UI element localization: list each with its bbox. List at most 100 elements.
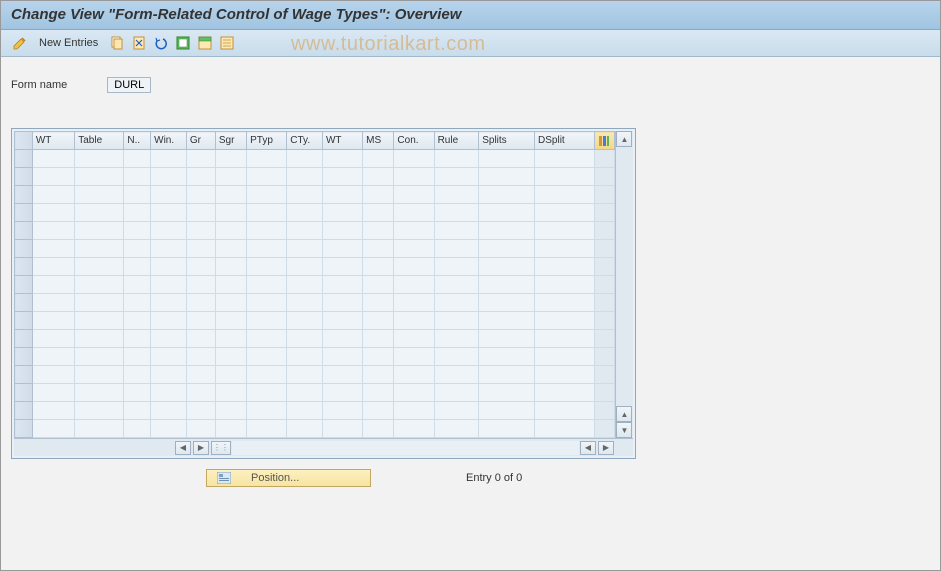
row-selector[interactable] [15,150,33,168]
table-cell[interactable] [124,276,151,294]
table-cell[interactable] [434,150,479,168]
position-button[interactable]: Position... [206,469,371,487]
col-header[interactable]: Sgr [215,132,246,150]
table-cell[interactable] [32,330,74,348]
table-cell[interactable] [75,312,124,330]
table-cell[interactable] [124,222,151,240]
table-cell[interactable] [124,240,151,258]
table-cell[interactable] [322,186,362,204]
undo-icon[interactable] [152,34,170,52]
table-cell[interactable] [434,186,479,204]
table-cell[interactable] [151,168,187,186]
col-header[interactable]: DSplit [535,132,595,150]
table-cell[interactable] [479,168,535,186]
table-cell[interactable] [124,402,151,420]
deselect-all-icon[interactable] [218,34,236,52]
scroll-left-end-button[interactable]: ◀ [580,441,596,455]
table-cell[interactable] [215,384,246,402]
toggle-display-change-icon[interactable] [11,34,29,52]
col-header[interactable]: Win. [151,132,187,150]
table-cell[interactable] [151,276,187,294]
table-cell[interactable] [75,240,124,258]
table-cell[interactable] [363,186,394,204]
table-cell[interactable] [287,420,323,438]
col-header[interactable]: WT [322,132,362,150]
table-cell[interactable] [124,420,151,438]
table-cell[interactable] [322,240,362,258]
table-cell[interactable] [186,294,215,312]
table-cell[interactable] [32,384,74,402]
table-cell[interactable] [287,402,323,420]
table-cell[interactable] [322,420,362,438]
table-cell[interactable] [479,384,535,402]
table-cell[interactable] [363,150,394,168]
table-cell[interactable] [75,150,124,168]
table-cell[interactable] [32,420,74,438]
table-cell[interactable] [186,222,215,240]
table-cell[interactable] [535,240,595,258]
select-all-icon[interactable] [174,34,192,52]
table-cell[interactable] [479,420,535,438]
table-cell[interactable] [322,204,362,222]
table-cell[interactable] [215,294,246,312]
table-cell[interactable] [32,150,74,168]
table-cell[interactable] [215,150,246,168]
table-cell[interactable] [322,384,362,402]
table-cell[interactable] [394,348,434,366]
table-cell[interactable] [479,366,535,384]
table-cell[interactable] [151,366,187,384]
scroll-bottom-button[interactable]: ▼ [616,422,632,438]
table-cell[interactable] [247,186,287,204]
table-cell[interactable] [394,294,434,312]
table-cell[interactable] [322,168,362,186]
table-cell[interactable] [434,366,479,384]
col-header[interactable]: CTy. [287,132,323,150]
table-cell[interactable] [363,330,394,348]
select-block-icon[interactable] [196,34,214,52]
table-cell[interactable] [186,402,215,420]
table-cell[interactable] [287,204,323,222]
table-cell[interactable] [394,312,434,330]
table-cell[interactable] [363,222,394,240]
table-cell[interactable] [322,150,362,168]
table-cell[interactable] [75,204,124,222]
table-cell[interactable] [479,402,535,420]
table-cell[interactable] [287,294,323,312]
scroll-up-button[interactable]: ▲ [616,131,632,147]
col-header[interactable]: PTyp [247,132,287,150]
table-cell[interactable] [215,276,246,294]
table-cell[interactable] [535,168,595,186]
table-cell[interactable] [479,330,535,348]
row-selector[interactable] [15,330,33,348]
table-cell[interactable] [287,150,323,168]
row-selector[interactable] [15,222,33,240]
table-cell[interactable] [479,240,535,258]
table-cell[interactable] [394,330,434,348]
hscroll-thumb[interactable]: ⋮⋮ [211,441,231,455]
table-cell[interactable] [215,420,246,438]
table-cell[interactable] [363,204,394,222]
table-cell[interactable] [363,312,394,330]
table-cell[interactable] [151,186,187,204]
table-cell[interactable] [32,258,74,276]
table-cell[interactable] [434,312,479,330]
table-cell[interactable] [75,168,124,186]
table-cell[interactable] [394,402,434,420]
table-cell[interactable] [247,420,287,438]
table-cell[interactable] [535,366,595,384]
table-cell[interactable] [247,240,287,258]
table-cell[interactable] [151,348,187,366]
table-cell[interactable] [215,330,246,348]
table-cell[interactable] [394,240,434,258]
table-cell[interactable] [215,222,246,240]
table-cell[interactable] [151,330,187,348]
table-cell[interactable] [479,222,535,240]
table-cell[interactable] [215,258,246,276]
table-cell[interactable] [363,294,394,312]
table-cell[interactable] [75,384,124,402]
table-cell[interactable] [479,204,535,222]
table-cell[interactable] [535,222,595,240]
table-cell[interactable] [215,186,246,204]
delete-icon[interactable] [130,34,148,52]
table-cell[interactable] [287,312,323,330]
